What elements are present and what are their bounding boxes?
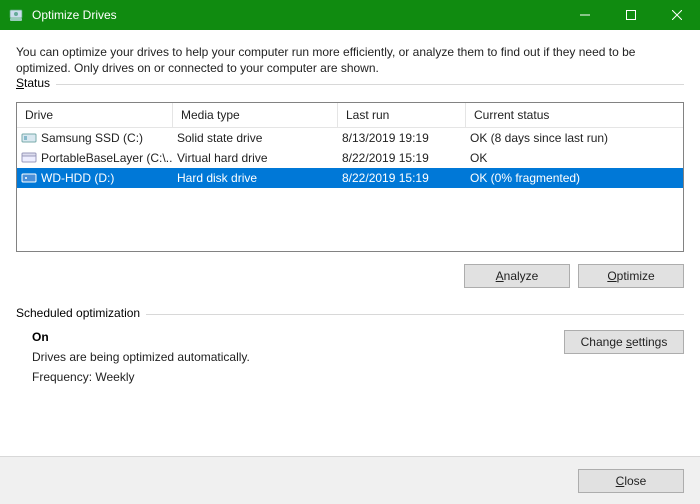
schedule-state: On: [32, 330, 564, 344]
minimize-button[interactable]: [562, 0, 608, 30]
col-media[interactable]: Media type: [173, 103, 338, 127]
drive-icon: [21, 132, 37, 144]
app-icon: [8, 7, 24, 23]
drive-icon: [21, 172, 37, 184]
drives-table[interactable]: Drive Media type Last run Current status…: [16, 102, 684, 252]
last-run: 8/13/2019 19:19: [338, 131, 466, 145]
change-settings-button[interactable]: Change settings: [564, 330, 684, 354]
current-status: OK: [466, 151, 683, 165]
table-header[interactable]: Drive Media type Last run Current status: [17, 103, 683, 128]
divider: [56, 84, 684, 85]
col-status[interactable]: Current status: [466, 103, 683, 127]
drive-icon: [21, 152, 37, 164]
scheduled-group-label: Scheduled optimization: [16, 306, 140, 320]
last-run: 8/22/2019 15:19: [338, 151, 466, 165]
optimize-button[interactable]: Optimize: [578, 264, 684, 288]
footer: Close: [0, 456, 700, 504]
media-type: Hard disk drive: [173, 171, 338, 185]
col-drive[interactable]: Drive: [17, 103, 173, 127]
col-last[interactable]: Last run: [338, 103, 466, 127]
media-type: Solid state drive: [173, 131, 338, 145]
last-run: 8/22/2019 15:19: [338, 171, 466, 185]
intro-text: You can optimize your drives to help you…: [16, 44, 684, 76]
window-title: Optimize Drives: [32, 8, 562, 22]
close-button[interactable]: Close: [578, 469, 684, 493]
status-group-label: Status: [16, 76, 50, 90]
titlebar[interactable]: Optimize Drives: [0, 0, 700, 30]
drive-name: WD-HDD (D:): [41, 171, 114, 185]
current-status: OK (8 days since last run): [466, 131, 683, 145]
close-window-button[interactable]: [654, 0, 700, 30]
table-row[interactable]: WD-HDD (D:) Hard disk drive8/22/2019 15:1…: [17, 168, 683, 188]
table-row[interactable]: PortableBaseLayer (C:\...Virtual hard dr…: [17, 148, 683, 168]
drive-name: Samsung SSD (C:): [41, 131, 143, 145]
divider: [146, 314, 684, 315]
media-type: Virtual hard drive: [173, 151, 338, 165]
table-row[interactable]: Samsung SSD (C:) Solid state drive8/13/20…: [17, 128, 683, 148]
drive-name: PortableBaseLayer (C:\...: [41, 151, 173, 165]
analyze-button[interactable]: Analyze: [464, 264, 570, 288]
maximize-button[interactable]: [608, 0, 654, 30]
schedule-desc: Drives are being optimized automatically…: [32, 350, 564, 364]
current-status: OK (0% fragmented): [466, 171, 683, 185]
schedule-freq: Frequency: Weekly: [32, 370, 564, 384]
